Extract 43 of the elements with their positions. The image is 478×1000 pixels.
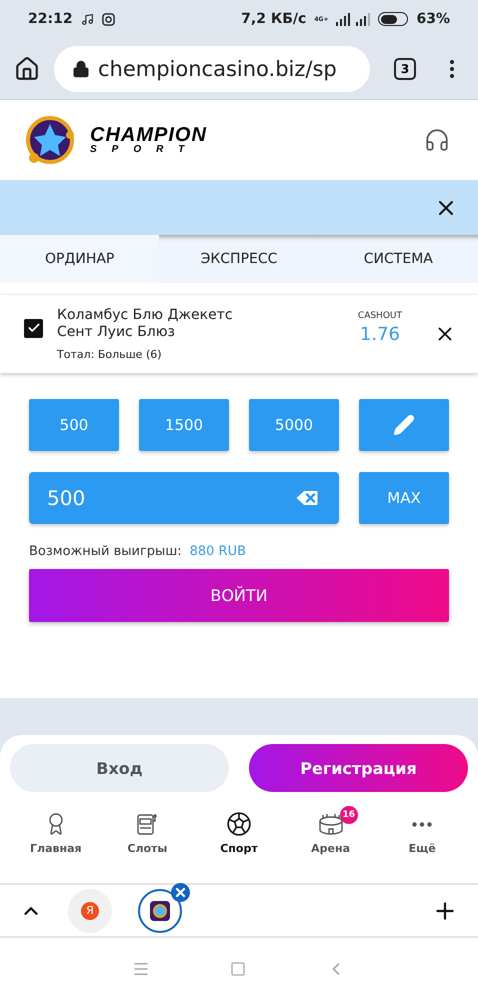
- win-label: Возможный выигрыш:: [29, 544, 182, 559]
- home-icon[interactable]: [14, 56, 40, 82]
- market-label: Тотал: Больше (6): [57, 348, 163, 361]
- edit-button[interactable]: [359, 399, 449, 451]
- battery-icon: [378, 12, 408, 26]
- close-tab-button[interactable]: [171, 882, 190, 902]
- battery-percent: 63%: [416, 11, 450, 27]
- team-name: Сент Луис Блюз: [57, 324, 176, 341]
- soccer-ball-icon: [226, 811, 252, 837]
- browser-tab[interactable]: Я: [68, 888, 112, 932]
- more-icon: [412, 822, 432, 826]
- address-bar[interactable]: chempioncasino.biz/sp: [54, 46, 370, 92]
- pencil-icon: [393, 414, 415, 436]
- cashout-label: CASHOUT: [358, 311, 402, 321]
- register-button[interactable]: Регистрация: [249, 744, 468, 792]
- login-button[interactable]: Вход: [10, 744, 229, 792]
- check-icon: [26, 321, 40, 335]
- bet-type-tab[interactable]: ЭКСПРЕСС: [159, 235, 319, 283]
- support-icon[interactable]: [424, 127, 450, 153]
- odds-value: 1.76: [360, 324, 400, 345]
- brand-name: CHAMPION: [90, 125, 207, 145]
- count-badge: 16: [340, 806, 358, 824]
- signal-icon: [336, 12, 370, 26]
- win-amount: 880 RUB: [190, 544, 246, 559]
- nav-item[interactable]: Спорт: [193, 810, 285, 856]
- camera-icon: [102, 12, 115, 26]
- checkbox[interactable]: [24, 318, 43, 338]
- clock-time: 22:12: [28, 11, 73, 27]
- tab-count[interactable]: 3: [394, 58, 416, 80]
- stadium-icon: [318, 812, 344, 836]
- bet-type-tab[interactable]: ОРДИНАР: [0, 235, 160, 283]
- team-name: Коламбус Блю Джекетс: [57, 307, 234, 324]
- brand-subtitle: SPORT: [90, 145, 200, 155]
- music-icon: [80, 12, 94, 26]
- browser-tab[interactable]: [138, 888, 182, 932]
- nav-item[interactable]: Слоты: [102, 810, 194, 856]
- login-button[interactable]: ВОЙТИ: [29, 569, 449, 622]
- slot-machine-icon: [135, 812, 160, 836]
- nav-item[interactable]: Ещё: [376, 810, 468, 856]
- site-favicon-icon: [150, 900, 170, 920]
- bet-type-tab[interactable]: СИСТЕМА: [318, 235, 478, 283]
- nav-item[interactable]: Главная: [10, 810, 102, 856]
- data-speed: 7,2 КБ/с: [241, 11, 306, 27]
